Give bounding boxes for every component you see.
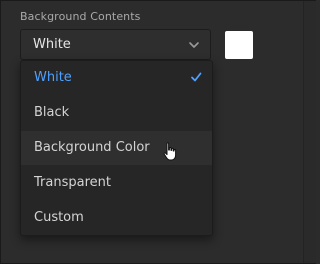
menu-item-label: Black — [34, 105, 70, 120]
menu-item-label: Custom — [34, 210, 84, 225]
hand-pointer-cursor-icon — [163, 142, 177, 161]
menu-item-label: White — [34, 70, 72, 85]
menu-item-black[interactable]: Black — [21, 96, 212, 130]
background-contents-dropdown[interactable]: White — [20, 29, 211, 60]
menu-item-custom[interactable]: Custom — [21, 201, 212, 235]
properties-panel: Background Contents White White Black Ba… — [0, 0, 316, 264]
menu-item-white[interactable]: White — [21, 61, 212, 95]
menu-item-transparent[interactable]: Transparent — [21, 166, 212, 200]
dropdown-menu: White Black Background Color Transparent… — [20, 60, 213, 236]
menu-item-label: Transparent — [34, 175, 111, 190]
panel-scroll-edge — [303, 1, 316, 263]
checkmark-icon — [191, 72, 202, 82]
menu-item-background-color[interactable]: Background Color — [21, 131, 212, 165]
menu-item-label: Background Color — [34, 140, 150, 155]
chevron-down-icon — [189, 42, 199, 48]
background-color-swatch[interactable] — [225, 31, 253, 59]
dropdown-selected-value: White — [33, 37, 71, 52]
background-contents-label: Background Contents — [20, 10, 141, 23]
